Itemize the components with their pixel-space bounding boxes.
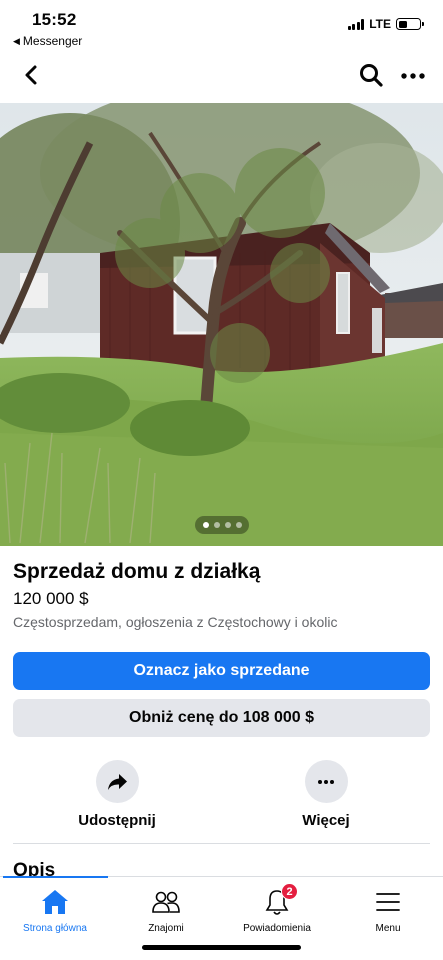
tab-notifications-label: Powiadomienia (243, 923, 311, 934)
mark-as-sold-button[interactable]: Oznacz jako sprzedane (13, 652, 430, 690)
tab-home[interactable]: Strona główna (0, 887, 110, 934)
menu-icon (373, 887, 403, 917)
share-icon[interactable] (95, 760, 139, 803)
pagination-dot (213, 522, 220, 528)
more-action[interactable]: Więcej (266, 760, 386, 829)
active-tab-indicator (3, 876, 108, 878)
share-label: Udostępnij (78, 812, 156, 829)
signal-icon (347, 18, 365, 30)
tab-friends-label: Znajomi (148, 923, 184, 934)
section-divider (13, 843, 430, 844)
friends-icon (151, 887, 181, 917)
home-indicator[interactable] (142, 945, 301, 950)
tab-menu[interactable]: Menu (333, 887, 443, 934)
tab-menu-label: Menu (375, 923, 401, 934)
more-horizontal-icon[interactable] (399, 61, 427, 89)
bell-icon: 2 (262, 883, 298, 917)
back-app-label: Messenger (22, 34, 83, 48)
chevron-left-icon[interactable] (18, 61, 46, 89)
photo-pagination (195, 516, 249, 534)
tab-friends[interactable]: Znajomi (111, 887, 221, 934)
pagination-dot (202, 522, 209, 528)
more-label: Więcej (302, 812, 350, 829)
listing-title: Sprzedaż domu z działką (13, 560, 261, 583)
status-bar: 15:52 ◀ Messenger LTE (0, 0, 443, 50)
status-indicators: LTE (347, 17, 424, 31)
home-icon (40, 887, 70, 917)
pagination-dot (235, 522, 242, 528)
search-icon[interactable] (357, 61, 385, 89)
status-time: 15:52 (32, 10, 77, 29)
listing-photo[interactable] (0, 103, 443, 546)
more-horizontal-icon[interactable] (304, 760, 348, 803)
battery-icon (396, 18, 424, 30)
lower-price-button[interactable]: Obniż cenę do 108 000 $ (13, 699, 430, 737)
description-heading: Opis (13, 860, 56, 876)
listing-price: 120 000 $ (13, 589, 89, 608)
tab-notifications[interactable]: 2 Powiadomienia (222, 883, 332, 934)
tab-home-label: Strona główna (23, 923, 87, 934)
share-action[interactable]: Udostępnij (57, 760, 177, 829)
pagination-dot (224, 522, 231, 528)
house-photo-illustration (0, 103, 443, 546)
top-nav (0, 55, 443, 95)
notification-badge: 2 (281, 883, 298, 900)
network-label: LTE (369, 17, 391, 31)
listing-seller[interactable]: Częstosprzedam, ogłoszenia z Częstochowy… (13, 614, 337, 630)
back-to-app-link[interactable]: ◀ Messenger (13, 34, 82, 48)
back-triangle-icon: ◀ (13, 35, 20, 46)
